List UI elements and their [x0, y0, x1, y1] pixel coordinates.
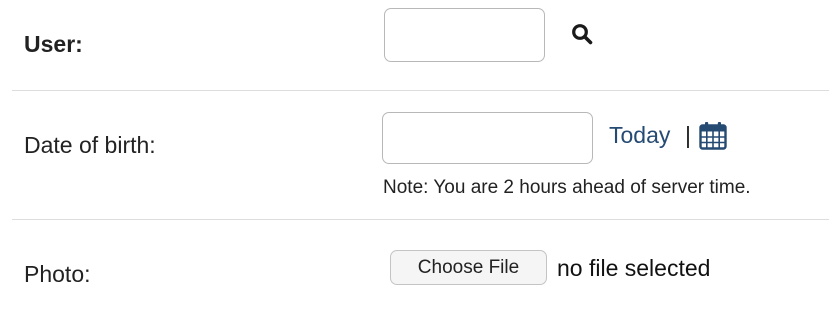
user-form: User: Date of birth: Today | Note: You a…	[0, 0, 829, 321]
user-input[interactable]	[384, 8, 545, 62]
timezone-note: Note: You are 2 hours ahead of server ti…	[383, 177, 751, 198]
calendar-icon[interactable]	[697, 120, 729, 152]
dob-label: Date of birth:	[24, 132, 156, 158]
dob-input[interactable]	[382, 112, 593, 164]
today-link[interactable]: Today	[609, 121, 670, 149]
row-divider	[12, 219, 829, 220]
link-separator: |	[685, 122, 691, 148]
choose-file-button[interactable]: Choose File	[390, 250, 547, 285]
photo-label: Photo:	[24, 261, 91, 287]
user-label: User:	[24, 31, 83, 57]
file-status: no file selected	[557, 255, 711, 281]
row-divider	[12, 90, 829, 91]
search-icon[interactable]	[568, 20, 596, 48]
